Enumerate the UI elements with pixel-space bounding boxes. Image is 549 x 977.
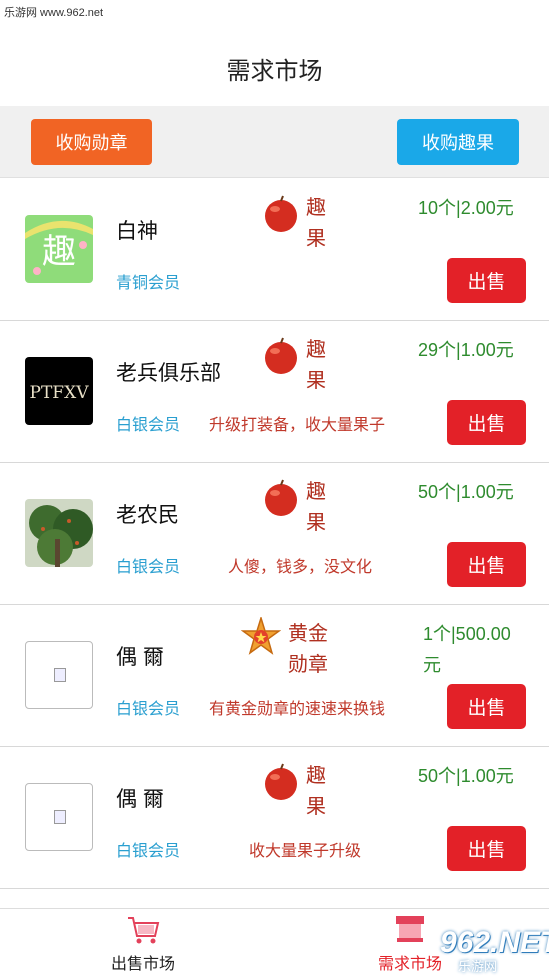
user-name: 白神 <box>116 220 158 243</box>
apple-icon <box>265 337 297 374</box>
item-name: 趣果 <box>306 339 326 392</box>
user-name: 老兵俱乐部 <box>116 362 221 385</box>
price: 1个|500.00元 <box>423 624 511 675</box>
member-level: 白银会员 <box>116 417 181 434</box>
item-name: 趣果 <box>306 481 326 534</box>
site-logo-watermark: 962.NET 乐游网 <box>410 926 549 974</box>
list-item[interactable]: 偶 爾 白银会员 有黄金勋章的速速来换钱 黄金勋章 1个|500.00元 出售 <box>0 605 549 747</box>
price: 50个|1.00元 <box>418 482 514 502</box>
list-item[interactable]: 老农民 白银会员 人傻，钱多，没文化 趣果 50个|1.00元 出售 <box>0 463 549 605</box>
apple-icon <box>265 479 297 516</box>
action-bar: 收购勋章 收购趣果 <box>0 106 549 178</box>
broken-image-icon <box>54 810 66 824</box>
user-name: 偶 爾 <box>116 646 164 669</box>
tab-label: 出售市场 <box>110 956 175 973</box>
list-item[interactable]: 偶 爾 白银会员 收大量果子升级 趣果 50个|1.00元 出售 <box>0 747 549 889</box>
note: 收大量果子升级 <box>249 843 362 860</box>
qu-logo-icon: 趣 <box>25 215 93 283</box>
user-name: 偶 爾 <box>116 788 164 811</box>
note: 人傻，钱多，没文化 <box>228 559 373 576</box>
note: 升级打装备，收大量果子 <box>209 417 386 434</box>
svg-text:趣: 趣 <box>42 232 76 272</box>
avatar <box>25 641 93 709</box>
tab-sell-market[interactable]: 出售市场 <box>73 909 213 977</box>
member-level: 白银会员 <box>116 701 181 718</box>
avatar: 趣 <box>25 215 93 283</box>
watermark-text: 乐游网 www.962.net <box>4 7 104 19</box>
gold-medal-icon <box>241 617 281 655</box>
sell-button[interactable]: 出售 <box>447 400 526 445</box>
list-item[interactable]: 趣 白神 青铜会员 趣果 10个|2.00元 出售 <box>0 179 549 321</box>
apple-icon <box>265 763 297 800</box>
sell-button[interactable]: 出售 <box>447 684 526 729</box>
member-level: 青铜会员 <box>116 275 181 292</box>
sell-button[interactable]: 出售 <box>447 542 526 587</box>
demand-list: 趣 白神 青铜会员 趣果 10个|2.00元 出售 PTFXV 老兵俱乐部 白银… <box>0 179 549 889</box>
item-name: 趣果 <box>306 765 326 818</box>
price: 50个|1.00元 <box>418 766 514 786</box>
member-level: 白银会员 <box>116 843 181 860</box>
avatar <box>25 783 93 851</box>
shopping-cart-icon <box>128 917 160 944</box>
buy-fruit-button[interactable]: 收购趣果 <box>397 119 519 165</box>
logo-subtitle: 乐游网 <box>458 959 498 974</box>
price: 29个|1.00元 <box>418 340 514 360</box>
logo-number: 962.NET <box>440 926 549 959</box>
apple-icon <box>265 195 297 232</box>
ptfxv-logo-icon: PTFXV <box>25 357 93 425</box>
sell-button[interactable]: 出售 <box>447 258 526 303</box>
buy-medal-button[interactable]: 收购勋章 <box>31 119 152 165</box>
note: 有黄金勋章的速速来换钱 <box>209 701 386 718</box>
item-name: 黄金勋章 <box>288 623 328 676</box>
title-bar: 需求市场 <box>0 30 549 106</box>
price: 10个|2.00元 <box>418 198 514 218</box>
avatar <box>25 499 93 567</box>
list-item[interactable]: PTFXV 老兵俱乐部 白银会员 升级打装备，收大量果子 趣果 29个|1.00… <box>0 321 549 463</box>
tree-photo-icon <box>25 499 93 567</box>
user-name: 老农民 <box>116 504 179 527</box>
broken-image-icon <box>54 668 66 682</box>
avatar-text: PTFXV <box>30 383 90 403</box>
item-name: 趣果 <box>306 197 326 250</box>
member-level: 白银会员 <box>116 559 181 576</box>
page-title: 需求市场 <box>226 57 323 85</box>
sell-button[interactable]: 出售 <box>447 826 526 871</box>
avatar: PTFXV <box>25 357 93 425</box>
